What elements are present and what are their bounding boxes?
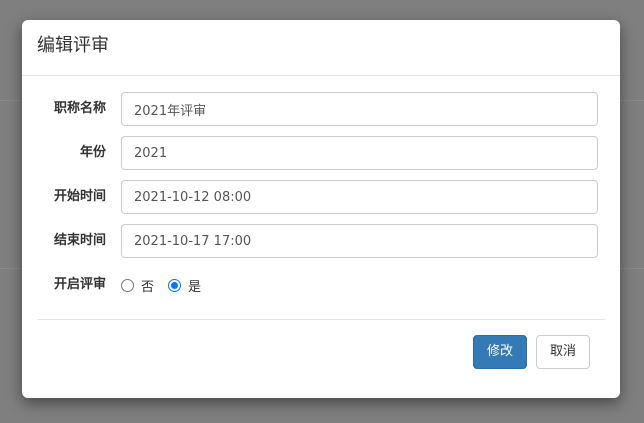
modal-footer-divider <box>37 319 605 321</box>
form-row-enable-review: 开启评审 否 是 <box>22 268 620 302</box>
edit-review-modal: 编辑评审 职称名称 年份 开始时间 结束时间 开启评审 否 <box>22 20 620 398</box>
radio-option-no[interactable]: 否 <box>121 276 154 295</box>
title-name-label: 职称名称 <box>53 101 106 116</box>
radio-no-label: 否 <box>141 279 155 295</box>
radio-yes-label: 是 <box>188 279 202 295</box>
year-label: 年份 <box>79 145 106 160</box>
form-row-start-time: 开始时间 <box>22 180 620 214</box>
form-row-end-time: 结束时间 <box>22 224 620 258</box>
year-input[interactable] <box>121 136 598 170</box>
radio-no[interactable] <box>121 278 134 292</box>
modal-header: 编辑评审 <box>22 20 620 76</box>
submit-button[interactable]: 修改 <box>473 335 527 369</box>
form-row-year: 年份 <box>22 136 620 170</box>
form-row-title-name: 职称名称 <box>22 92 620 126</box>
enable-review-label: 开启评审 <box>53 277 106 292</box>
end-time-label: 结束时间 <box>53 233 106 248</box>
enable-review-radio-group: 否 是 <box>121 268 215 302</box>
title-name-input[interactable] <box>121 92 598 126</box>
end-time-input[interactable] <box>121 224 598 258</box>
start-time-input[interactable] <box>121 180 598 214</box>
cancel-button[interactable]: 取消 <box>536 335 590 369</box>
radio-yes[interactable] <box>168 278 182 292</box>
modal-body: 职称名称 年份 开始时间 结束时间 开启评审 否 是 <box>22 76 620 320</box>
modal-title: 编辑评审 <box>37 35 109 56</box>
radio-option-yes[interactable]: 是 <box>168 276 201 295</box>
start-time-label: 开始时间 <box>53 189 106 204</box>
